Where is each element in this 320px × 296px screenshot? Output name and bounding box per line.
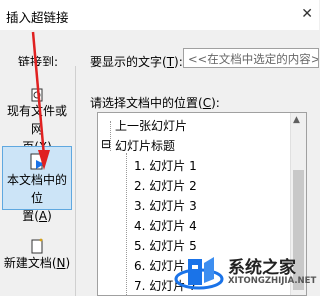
text-to-display-label: 要显示的文字(T): [90, 55, 183, 69]
collapse-toggle-icon[interactable]: ⊟ [101, 137, 111, 151]
place-in-document-label: 请选择文档中的位置(C): [90, 96, 220, 110]
tree-item-slide[interactable]: 2. 幻灯片 2 [134, 177, 197, 194]
watermark-brand: 系统之家 [228, 258, 296, 278]
tree-item-slide[interactable]: 3. 幻灯片 3 [134, 197, 197, 214]
watermark: 系统之家 XITONGZHIJIA.NET [170, 245, 319, 296]
watermark-url: XITONGZHIJIA.NET [228, 276, 317, 286]
watermark-logo-icon [174, 257, 224, 290]
tree-item-slide[interactable]: 4. 幻灯片 4 [134, 217, 197, 234]
scroll-up-arrow-icon[interactable]: ▲ [293, 115, 300, 125]
text-to-display-input[interactable]: <<在文档中选定的内容>> [183, 48, 319, 68]
tree-item-slide-titles[interactable]: 幻灯片标题 [115, 137, 175, 154]
tree-item-previous-slide[interactable]: 上一张幻灯片 [115, 117, 187, 134]
tree-item-slide[interactable]: 1. 幻灯片 1 [134, 157, 197, 174]
